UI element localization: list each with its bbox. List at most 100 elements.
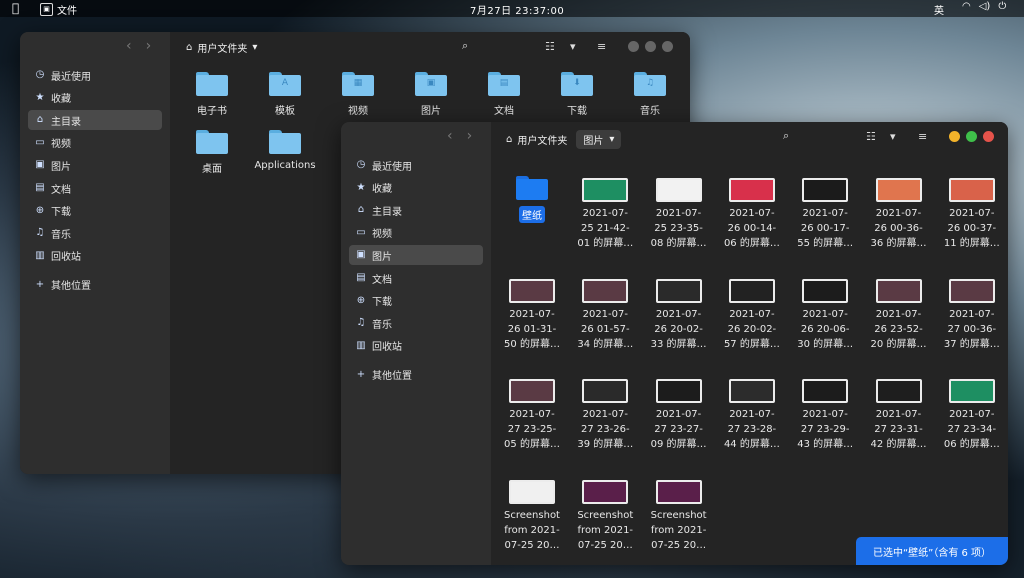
- screenshot-thumbnail[interactable]: [802, 278, 849, 303]
- screenshot-thumbnail[interactable]: [875, 178, 922, 202]
- front-nav-back-icon[interactable]: ‹: [447, 128, 453, 144]
- screenshot-thumbnail[interactable]: [728, 178, 775, 202]
- back-sidebar-item[interactable]: ▣ 图片: [28, 155, 162, 175]
- file-label[interactable]: 2021-07- 27 23-25- 05 的屏幕…: [495, 407, 569, 452]
- file-label[interactable]: Screenshot from 2021- 07-25 20…: [642, 508, 716, 553]
- front-menu-icon[interactable]: ≡: [918, 130, 927, 143]
- volume-icon[interactable]: ◁): [979, 1, 991, 12]
- folder-icon[interactable]: [269, 130, 301, 154]
- clock[interactable]: 7月27日 23:37:00: [470, 2, 564, 17]
- back-sidebar-item[interactable]: ▥ 回收站: [28, 246, 162, 266]
- file-label[interactable]: 2021-07- 26 20-06- 30 的屏幕…: [788, 307, 862, 352]
- back-menu-icon[interactable]: ≡: [597, 40, 606, 53]
- back-search-icon[interactable]: ⌕: [462, 39, 468, 53]
- front-minimize-button[interactable]: [949, 131, 960, 142]
- front-view-options-icon[interactable]: ▾: [890, 130, 896, 143]
- folder-label[interactable]: 图片: [391, 102, 471, 117]
- front-sidebar-item[interactable]: ★ 收藏: [349, 178, 483, 198]
- folder-icon[interactable]: [196, 130, 228, 154]
- front-sidebar-item[interactable]: ⌂ 主目录: [349, 200, 483, 220]
- folder-label[interactable]: 电子书: [172, 102, 252, 117]
- back-close-button[interactable]: [662, 41, 673, 52]
- screenshot-thumbnail[interactable]: [948, 379, 995, 403]
- front-sidebar-item[interactable]: ♫ 音乐: [349, 313, 483, 333]
- front-sidebar-item[interactable]: ▭ 视频: [349, 223, 483, 243]
- screenshot-thumbnail[interactable]: [509, 278, 555, 303]
- folder-icon[interactable]: ⬇: [561, 72, 593, 96]
- screenshot-thumbnail[interactable]: [875, 278, 922, 303]
- file-label[interactable]: 2021-07- 26 20-02- 33 的屏幕…: [642, 307, 716, 352]
- screenshot-thumbnail[interactable]: [728, 379, 775, 403]
- front-maximize-button[interactable]: [966, 131, 977, 142]
- file-label[interactable]: 2021-07- 26 23-52- 20 的屏幕…: [862, 307, 936, 352]
- screenshot-thumbnail[interactable]: [728, 278, 775, 303]
- front-sidebar-item[interactable]: ▣ 图片: [349, 245, 483, 266]
- back-sidebar-item[interactable]: ⌂ 主目录: [28, 110, 162, 131]
- screenshot-thumbnail[interactable]: [875, 379, 922, 403]
- file-label[interactable]: 2021-07- 26 20-02- 57 的屏幕…: [715, 307, 789, 352]
- file-label[interactable]: 2021-07- 25 23-35- 08 的屏幕…: [642, 206, 716, 251]
- front-sidebar-item[interactable]: ▥ 回收站: [349, 336, 483, 356]
- screenshot-thumbnail[interactable]: [582, 379, 629, 403]
- file-label[interactable]: Screenshot from 2021- 07-25 20…: [568, 508, 642, 553]
- screenshot-thumbnail[interactable]: [802, 178, 849, 202]
- screenshot-thumbnail[interactable]: [655, 278, 702, 303]
- screenshot-thumbnail[interactable]: [655, 178, 702, 202]
- current-folder-chip[interactable]: 图片 ▾: [576, 130, 622, 149]
- wifi-icon[interactable]: ◠: [962, 1, 971, 12]
- front-close-button[interactable]: [983, 131, 994, 142]
- screenshot-thumbnail[interactable]: [948, 178, 995, 202]
- back-sidebar-item[interactable]: + 其他位置: [28, 275, 162, 295]
- front-sidebar-item[interactable]: + 其他位置: [349, 365, 483, 385]
- file-label[interactable]: 2021-07- 26 00-14- 06 的屏幕…: [715, 206, 789, 251]
- folder-icon[interactable]: A: [269, 72, 301, 96]
- folder-label[interactable]: 音乐: [610, 102, 690, 117]
- back-nav-forward-icon[interactable]: ›: [146, 38, 152, 54]
- back-sidebar-item[interactable]: ▭ 视频: [28, 133, 162, 153]
- back-sidebar-item[interactable]: ⊕ 下载: [28, 201, 162, 221]
- screenshot-thumbnail[interactable]: [582, 479, 629, 504]
- front-search-icon[interactable]: ⌕: [783, 129, 789, 143]
- file-label[interactable]: 2021-07- 26 00-36- 36 的屏幕…: [862, 206, 936, 251]
- file-label[interactable]: 2021-07- 27 23-27- 09 的屏幕…: [642, 407, 716, 452]
- file-label[interactable]: 2021-07- 26 00-17- 55 的屏幕…: [788, 206, 862, 251]
- back-nav-back-icon[interactable]: ‹: [126, 38, 132, 54]
- file-label[interactable]: 2021-07- 26 01-57- 34 的屏幕…: [568, 307, 642, 352]
- system-tray[interactable]: ◠ ◁) ⏻: [962, 1, 1006, 12]
- input-method-indicator[interactable]: 英: [934, 2, 944, 17]
- back-sidebar-item[interactable]: ★ 收藏: [28, 88, 162, 108]
- file-label[interactable]: 2021-07- 26 01-31- 50 的屏幕…: [495, 307, 569, 352]
- screenshot-thumbnail[interactable]: [802, 379, 849, 403]
- selected-folder-icon[interactable]: [516, 176, 548, 200]
- front-view-toggle-icon[interactable]: ☷: [866, 130, 876, 143]
- folder-icon[interactable]: ▣: [415, 72, 447, 96]
- file-label[interactable]: 2021-07- 27 23-29- 43 的屏幕…: [788, 407, 862, 452]
- file-label[interactable]: 2021-07- 27 23-28- 44 的屏幕…: [715, 407, 789, 452]
- file-label[interactable]: 2021-07- 27 00-36- 37 的屏幕…: [935, 307, 1008, 352]
- power-icon[interactable]: ⏻: [998, 1, 1006, 12]
- back-path-bar[interactable]: ⌂ 用户文件夹 ▾: [186, 40, 257, 55]
- back-sidebar-item[interactable]: ▤ 文档: [28, 178, 162, 198]
- folder-label[interactable]: 桌面: [172, 160, 252, 175]
- front-sidebar-item[interactable]: ⊕ 下载: [349, 291, 483, 311]
- apple-icon[interactable]: : [12, 1, 24, 15]
- app-menu[interactable]: ▣ 文件: [40, 2, 77, 17]
- folder-label[interactable]: 视频: [318, 102, 398, 117]
- back-view-options-icon[interactable]: ▾: [570, 40, 576, 53]
- screenshot-thumbnail[interactable]: [655, 379, 702, 403]
- front-sidebar-item[interactable]: ◷ 最近使用: [349, 155, 483, 175]
- selected-folder-label[interactable]: 壁纸: [519, 206, 545, 223]
- folder-icon[interactable]: [196, 72, 228, 96]
- screenshot-thumbnail[interactable]: [509, 479, 555, 504]
- screenshot-thumbnail[interactable]: [582, 278, 629, 303]
- screenshot-thumbnail[interactable]: [509, 379, 555, 403]
- back-minimize-button[interactable]: [628, 41, 639, 52]
- file-label[interactable]: 2021-07- 27 23-34- 06 的屏幕…: [935, 407, 1008, 452]
- screenshot-thumbnail[interactable]: [582, 178, 629, 202]
- folder-label[interactable]: 下载: [537, 102, 617, 117]
- file-label[interactable]: 2021-07- 26 00-37- 11 的屏幕…: [935, 206, 1008, 251]
- screenshot-thumbnail[interactable]: [655, 479, 702, 504]
- back-maximize-button[interactable]: [645, 41, 656, 52]
- folder-label[interactable]: 模板: [245, 102, 325, 117]
- back-sidebar-item[interactable]: ◷ 最近使用: [28, 65, 162, 85]
